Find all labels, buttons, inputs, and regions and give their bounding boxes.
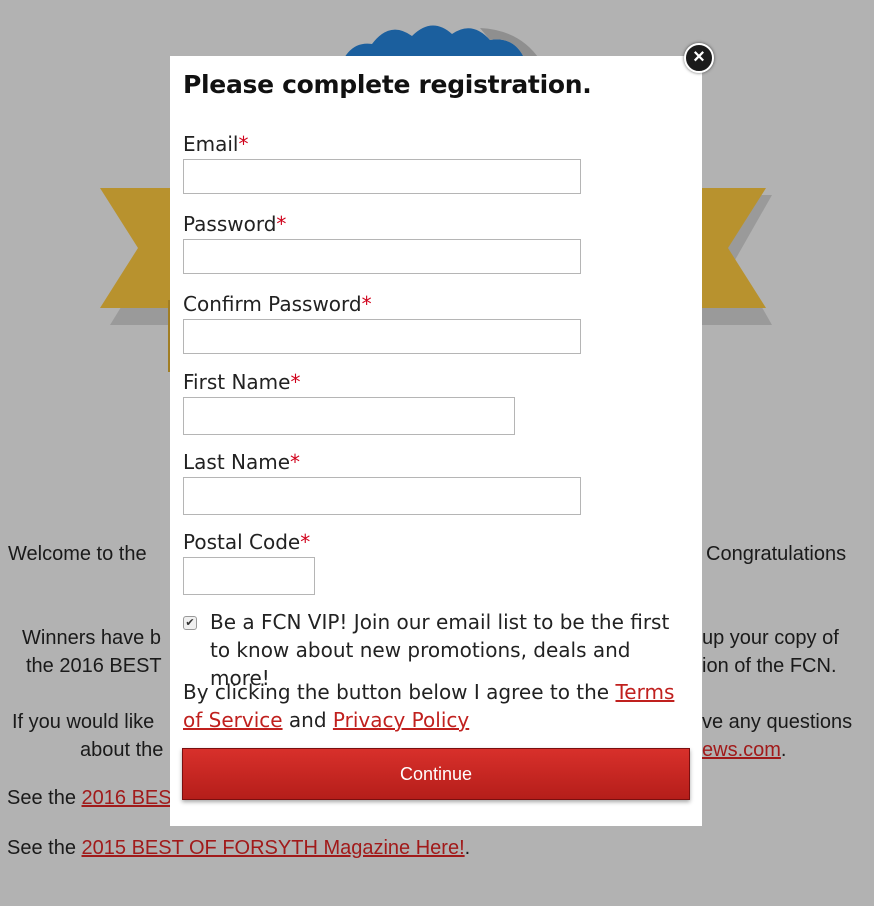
password-input[interactable] (183, 239, 581, 274)
last-name-input[interactable] (183, 477, 581, 515)
close-icon[interactable]: × (684, 43, 714, 73)
privacy-policy-link[interactable]: Privacy Policy (333, 708, 469, 732)
winners-text-right: up your copy of (702, 627, 839, 649)
contact-text-right: ve any questions (702, 711, 853, 733)
confirm-password-label: Confirm Password* (183, 292, 372, 316)
first-name-label: First Name* (183, 370, 301, 394)
required-mark: * (361, 292, 372, 316)
see-2015-line: See the 2015 BEST OF FORSYTH Magazine He… (7, 837, 471, 859)
email-label: Email* (183, 132, 249, 156)
required-mark: * (300, 530, 311, 554)
see-2016-link[interactable]: 2016 BES (82, 787, 172, 809)
contact-email-link[interactable]: ews.com (702, 739, 781, 761)
terms-agreement: By clicking the button below I agree to … (183, 680, 675, 732)
winners-text-left: Winners have b (22, 627, 161, 649)
postal-code-label: Postal Code* (183, 530, 311, 554)
magazine-text-right: ion of the FCN. (702, 655, 837, 677)
email-input[interactable] (183, 159, 581, 194)
required-mark: * (290, 370, 301, 394)
password-label: Password* (183, 212, 287, 236)
contact-text-left: If you would like (12, 711, 155, 733)
see-2016-line: See the 2016 BES (7, 787, 172, 809)
modal-title: Please complete registration. (183, 70, 592, 99)
vip-checkbox[interactable]: ✔ (183, 616, 197, 630)
last-name-label: Last Name* (183, 450, 301, 474)
registration-modal: Please complete registration. Email* Pas… (170, 56, 702, 826)
continue-button[interactable]: Continue (182, 748, 690, 800)
about-text-right: ews.com. (702, 739, 787, 761)
required-mark: * (238, 132, 249, 156)
confirm-password-input[interactable] (183, 319, 581, 354)
required-mark: * (276, 212, 287, 236)
postal-code-input[interactable] (183, 557, 315, 595)
first-name-input[interactable] (183, 397, 515, 435)
about-text-left: about the (80, 739, 164, 761)
welcome-text-left: Welcome to the (8, 543, 147, 565)
see-2015-link[interactable]: 2015 BEST OF FORSYTH Magazine Here! (82, 837, 465, 859)
magazine-text-left: the 2016 BEST (26, 655, 162, 677)
required-mark: * (290, 450, 301, 474)
welcome-text-right: Congratulations (706, 543, 847, 565)
